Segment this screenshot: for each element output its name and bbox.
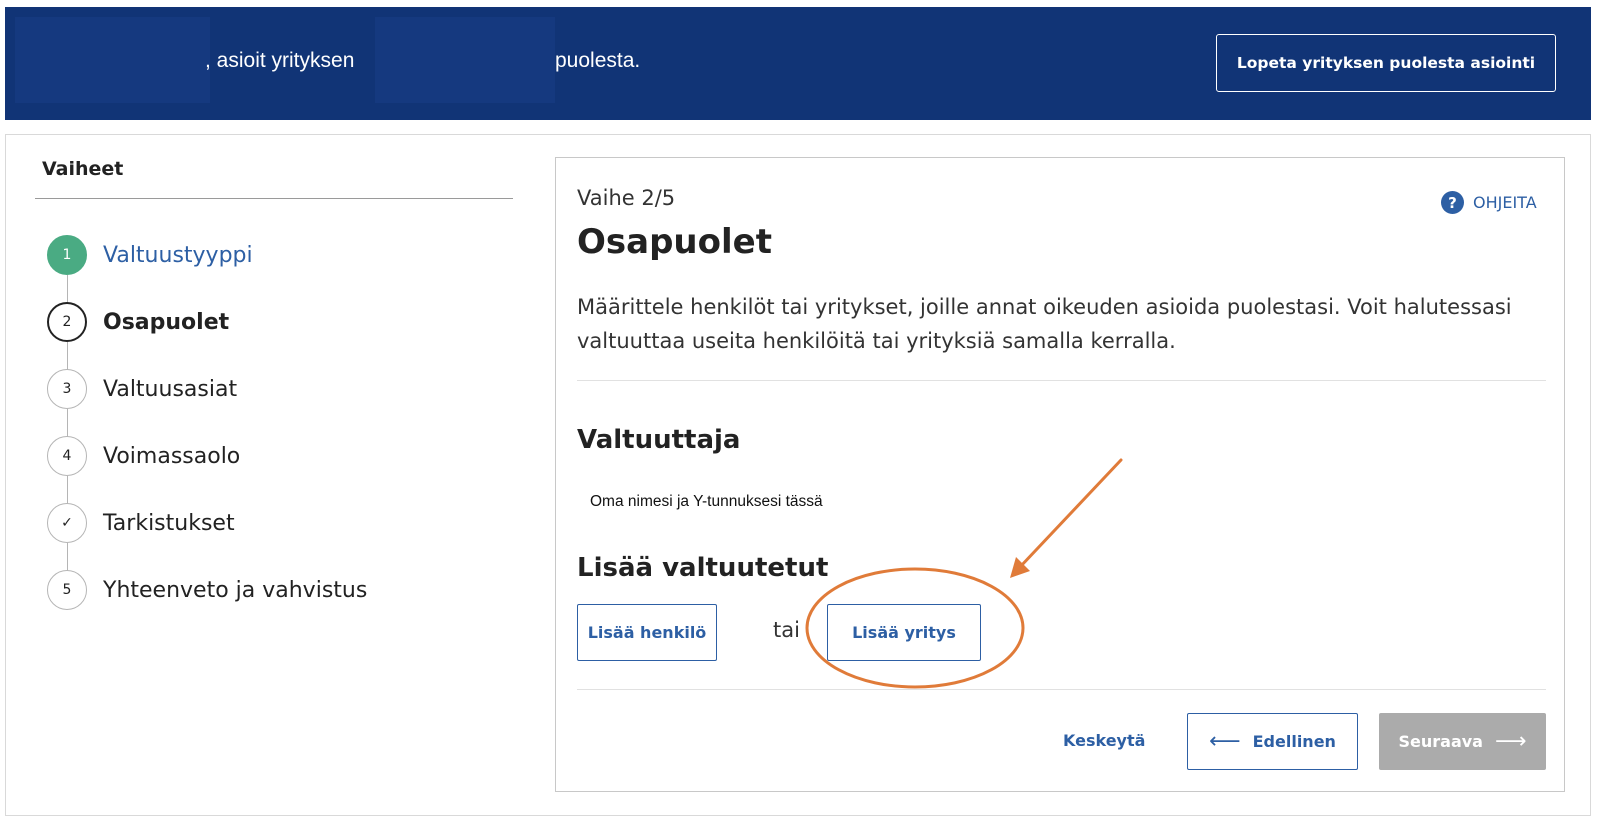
intro-text: Määrittele henkilöt tai yritykset, joill… (577, 295, 1512, 353)
arrow-left-icon: ⟵ (1209, 728, 1241, 754)
add-person-button[interactable]: Lisää henkilö (577, 604, 717, 661)
step-number-badge: 5 (47, 570, 87, 610)
step-connector (67, 342, 68, 372)
step-valtuusasiat: 3 Valtuusasiat (47, 369, 237, 409)
step-label: Tarkistukset (103, 510, 235, 536)
arrow-right-icon: ⟶ (1494, 728, 1527, 754)
section-divider (577, 380, 1546, 381)
help-label: OHJEITA (1473, 193, 1537, 212)
step-number-badge: 2 (47, 302, 87, 342)
step-label: Valtuusasiat (103, 376, 238, 402)
step-tarkistukset: ✓ Tarkistukset (47, 503, 235, 543)
banner-text-part1: , asioit yrityksen (205, 49, 355, 72)
or-text: tai (773, 618, 800, 642)
redacted-user-name (15, 17, 210, 103)
cancel-link[interactable]: Keskeytä (1063, 731, 1145, 750)
steps-heading: Vaiheet (42, 158, 124, 180)
page-title: Osapuolet (577, 222, 772, 262)
question-icon: ? (1441, 191, 1464, 214)
phase-indicator: Vaihe 2/5 (577, 186, 676, 210)
next-label: Seuraava (1398, 732, 1483, 751)
step-connector (67, 476, 68, 506)
footer-divider (577, 689, 1546, 690)
step-connector (67, 409, 68, 439)
add-company-button[interactable]: Lisää yritys (827, 604, 981, 661)
previous-label: Edellinen (1252, 732, 1336, 751)
step-osapuolet: 2 Osapuolet (47, 302, 229, 342)
help-link[interactable]: ? OHJEITA (1441, 191, 1537, 214)
step-label: Voimassaolo (103, 443, 241, 469)
previous-button[interactable]: ⟵ Edellinen (1187, 713, 1358, 770)
step-label[interactable]: Valtuustyyppi (103, 243, 253, 268)
add-authorized-heading: Lisää valtuutetut (577, 553, 829, 583)
banner-text-part2: puolesta. (555, 49, 641, 72)
checkmark-icon: ✓ (47, 503, 87, 543)
step-number-badge: 1 (47, 235, 87, 275)
step-label: Osapuolet (103, 309, 230, 335)
step-label: Yhteenveto ja vahvistus (103, 577, 368, 603)
stop-acting-for-company-button[interactable]: Lopeta yrityksen puolesta asiointi (1216, 34, 1556, 92)
step-yhteenveto: 5 Yhteenveto ja vahvistus (47, 570, 367, 610)
step-valtuustyyppi[interactable]: 1 Valtuustyyppi (47, 235, 253, 275)
step-voimassaolo: 4 Voimassaolo (47, 436, 240, 476)
granter-note: Oma nimesi ja Y-tunnuksesi tässä (590, 493, 823, 510)
step-number-badge: 4 (47, 436, 87, 476)
next-button[interactable]: Seuraava ⟶ (1379, 713, 1546, 770)
redacted-company-name (375, 17, 555, 103)
business-context-banner: , asioit yrityksen puolesta. Lopeta yrit… (5, 7, 1591, 120)
step-connector (67, 275, 68, 305)
step-connector (67, 543, 68, 573)
steps-divider (35, 198, 513, 199)
step-number-badge: 3 (47, 369, 87, 409)
granter-heading: Valtuuttaja (577, 425, 741, 455)
